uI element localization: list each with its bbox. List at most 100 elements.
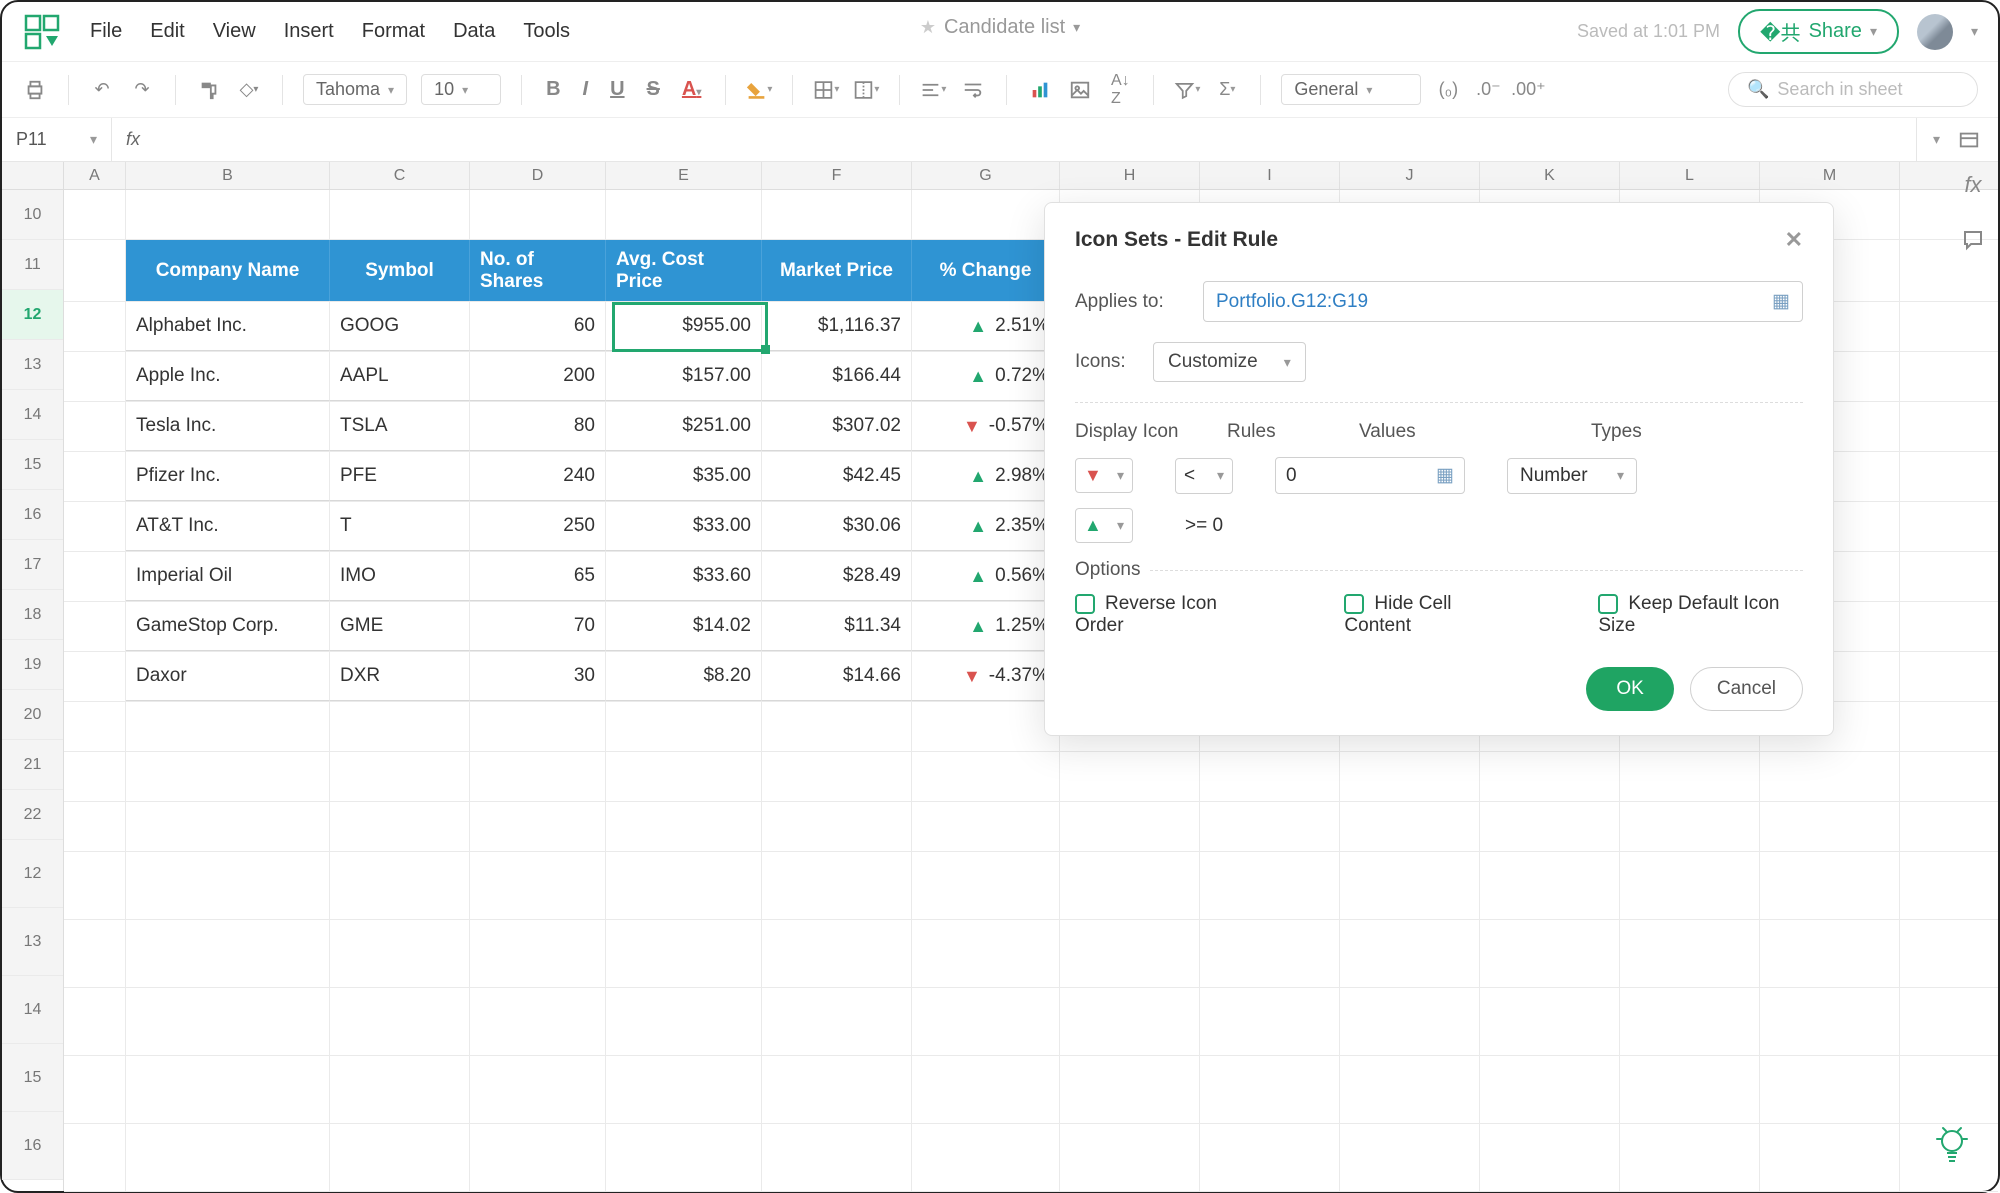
row-header[interactable]: 11: [2, 240, 63, 290]
cell[interactable]: [64, 1056, 126, 1123]
cell[interactable]: T: [330, 502, 470, 551]
cell[interactable]: [1480, 1056, 1620, 1123]
cell[interactable]: [762, 920, 912, 987]
cell[interactable]: Company Name: [126, 240, 330, 301]
cell[interactable]: [1480, 752, 1620, 801]
cell[interactable]: [912, 1056, 1060, 1123]
cell[interactable]: [330, 1056, 470, 1123]
menu-insert[interactable]: Insert: [284, 20, 334, 43]
cell[interactable]: [1340, 988, 1480, 1055]
cell[interactable]: [606, 702, 762, 751]
cell[interactable]: [606, 1056, 762, 1123]
menu-data[interactable]: Data: [453, 20, 495, 43]
cell[interactable]: ▲2.51%: [912, 302, 1060, 351]
cell[interactable]: [912, 920, 1060, 987]
cell[interactable]: [126, 190, 330, 239]
cell[interactable]: [126, 988, 330, 1055]
cell[interactable]: ▼-4.37%: [912, 652, 1060, 701]
range-picker-icon[interactable]: ▦: [1436, 464, 1454, 487]
image-icon[interactable]: [1067, 77, 1093, 103]
row-header[interactable]: 15: [2, 1044, 63, 1112]
cell[interactable]: ▼-0.57%: [912, 402, 1060, 451]
cell[interactable]: [912, 802, 1060, 851]
help-bulb-icon[interactable]: [1932, 1125, 1972, 1165]
col-header[interactable]: I: [1200, 162, 1340, 189]
paint-format-icon[interactable]: [196, 77, 222, 103]
cell[interactable]: [912, 988, 1060, 1055]
cell[interactable]: [762, 702, 912, 751]
undo-icon[interactable]: ↶: [89, 77, 115, 103]
cell[interactable]: [64, 852, 126, 919]
cell[interactable]: [1200, 852, 1340, 919]
cell[interactable]: [1200, 988, 1340, 1055]
row-header[interactable]: 15: [2, 440, 63, 490]
cell[interactable]: $11.34: [762, 602, 912, 651]
row-header[interactable]: 12: [2, 290, 63, 340]
row-header[interactable]: 19: [2, 640, 63, 690]
star-icon[interactable]: ★: [920, 17, 936, 38]
cell[interactable]: [64, 702, 126, 751]
cell[interactable]: [912, 190, 1060, 239]
cell[interactable]: [64, 988, 126, 1055]
chevron-down-icon[interactable]: ▾: [1971, 23, 1978, 40]
cell[interactable]: [330, 752, 470, 801]
cell[interactable]: $14.02: [606, 602, 762, 651]
cell[interactable]: Imperial Oil: [126, 552, 330, 601]
cell[interactable]: $42.45: [762, 452, 912, 501]
cell[interactable]: ▲1.25%: [912, 602, 1060, 651]
cell[interactable]: [126, 702, 330, 751]
underline-button[interactable]: U: [606, 76, 628, 103]
col-header[interactable]: B: [126, 162, 330, 189]
avatar[interactable]: [1917, 14, 1953, 50]
cell[interactable]: [330, 988, 470, 1055]
cell[interactable]: [1060, 920, 1200, 987]
fill-color-icon[interactable]: ▾: [746, 77, 772, 103]
share-button[interactable]: �共 Share ▾: [1738, 9, 1899, 54]
cell[interactable]: [1340, 1124, 1480, 1191]
italic-button[interactable]: I: [579, 76, 593, 103]
cell[interactable]: [1060, 802, 1200, 851]
cell[interactable]: [1060, 1124, 1200, 1191]
chevron-down-icon[interactable]: ▾: [1933, 131, 1940, 148]
cell[interactable]: 200: [470, 352, 606, 401]
cell[interactable]: % Change: [912, 240, 1060, 301]
cell[interactable]: [126, 802, 330, 851]
sigma-icon[interactable]: Σ▾: [1214, 77, 1240, 103]
cell[interactable]: [1340, 1056, 1480, 1123]
cell[interactable]: [1200, 920, 1340, 987]
cell[interactable]: [606, 988, 762, 1055]
cell[interactable]: [1200, 1124, 1340, 1191]
cell[interactable]: $30.06: [762, 502, 912, 551]
cell[interactable]: [470, 988, 606, 1055]
redo-icon[interactable]: ↷: [129, 77, 155, 103]
print-icon[interactable]: [22, 77, 48, 103]
cell[interactable]: [126, 1124, 330, 1191]
cell[interactable]: [1480, 988, 1620, 1055]
cell[interactable]: [1760, 1056, 1900, 1123]
cell[interactable]: [606, 752, 762, 801]
cell[interactable]: [64, 302, 126, 351]
cell[interactable]: ▲2.98%: [912, 452, 1060, 501]
cell[interactable]: [330, 852, 470, 919]
col-header[interactable]: F: [762, 162, 912, 189]
cell[interactable]: [126, 1056, 330, 1123]
cell[interactable]: [1620, 920, 1760, 987]
cell[interactable]: [1340, 752, 1480, 801]
cell[interactable]: 30: [470, 652, 606, 701]
cell[interactable]: [912, 1124, 1060, 1191]
cell[interactable]: [762, 852, 912, 919]
cell[interactable]: $307.02: [762, 402, 912, 451]
cell[interactable]: [762, 1124, 912, 1191]
cell[interactable]: ▲0.56%: [912, 552, 1060, 601]
cell[interactable]: [1760, 920, 1900, 987]
cell[interactable]: $166.44: [762, 352, 912, 401]
cell[interactable]: [470, 920, 606, 987]
cell[interactable]: $14.66: [762, 652, 912, 701]
icons-select[interactable]: Customize ▾: [1153, 342, 1306, 382]
row-header[interactable]: 17: [2, 540, 63, 590]
document-title[interactable]: ★ Candidate list ▾: [920, 16, 1080, 39]
menu-edit[interactable]: Edit: [150, 20, 184, 43]
cell[interactable]: [470, 1056, 606, 1123]
value-input[interactable]: 0 ▦: [1275, 457, 1465, 494]
cancel-button[interactable]: Cancel: [1690, 667, 1803, 711]
